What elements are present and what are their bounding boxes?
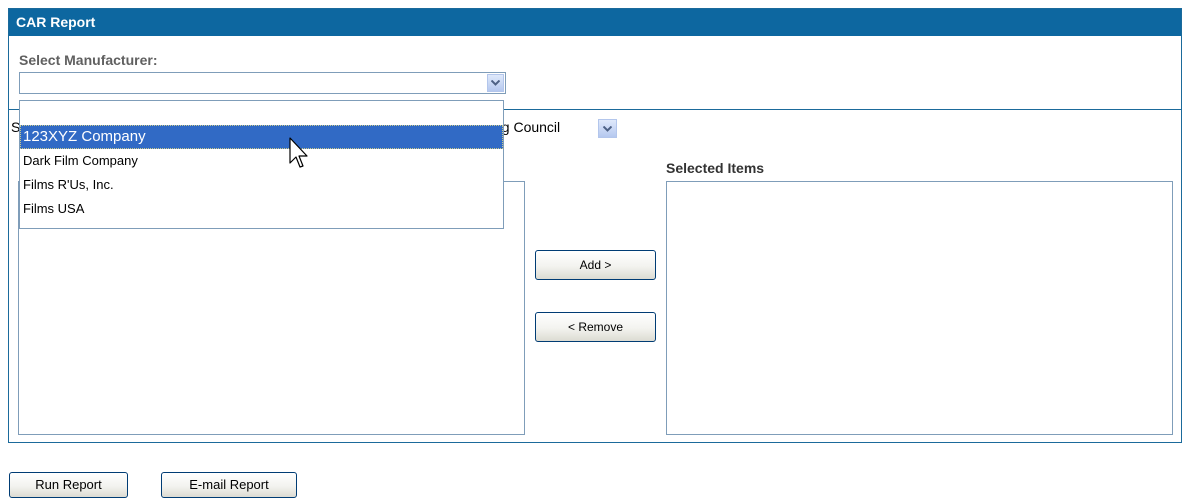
dropdown-option-empty[interactable] [20,101,503,125]
selected-items-list[interactable] [666,181,1173,435]
panel-title: CAR Report [9,9,1181,36]
selected-items-title: Selected Items [666,160,765,176]
manufacturer-dropdown-list[interactable]: 123XYZ Company Dark Film Company Films R… [19,100,504,229]
add-button[interactable]: Add > [535,250,656,280]
dropdown-option-selected[interactable]: 123XYZ Company [20,125,503,149]
run-report-button[interactable]: Run Report [9,472,128,498]
dropdown-option[interactable]: Films USA [20,197,503,221]
council-select[interactable]: ng Council [486,117,619,141]
chevron-down-icon[interactable] [598,119,617,138]
remove-button[interactable]: < Remove [535,312,656,342]
manufacturer-label: Select Manufacturer: [19,52,158,68]
dropdown-option[interactable]: Films R'Us, Inc. [20,173,503,197]
mouse-cursor-icon [289,137,309,176]
manufacturer-select[interactable] [19,72,506,94]
dropdown-option[interactable]: Dark Film Company [20,149,503,173]
email-report-button[interactable]: E-mail Report [161,472,297,498]
chevron-down-icon[interactable] [487,74,504,92]
